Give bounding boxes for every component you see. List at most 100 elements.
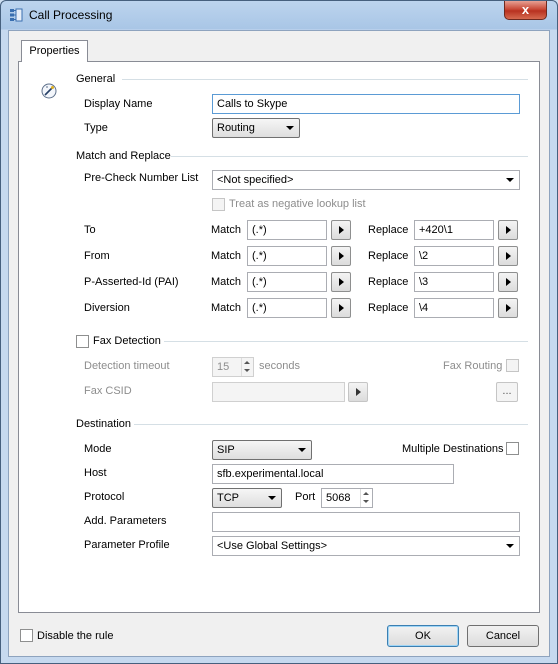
pai-replace-menu-button[interactable] (498, 272, 518, 292)
precheck-select[interactable]: <Not specified> (212, 170, 520, 190)
from-match-menu-button[interactable] (331, 246, 351, 266)
pai-label: P-Asserted-Id (PAI) (84, 276, 179, 288)
port-input[interactable]: 5068 (321, 488, 373, 508)
diversion-label: Diversion (84, 302, 130, 314)
type-select-value: Routing (217, 122, 255, 134)
detection-timeout-label: Detection timeout (84, 360, 170, 372)
play-icon (506, 252, 511, 260)
detection-timeout-value: 15 (217, 361, 230, 373)
tab-properties[interactable]: Properties (21, 40, 88, 62)
port-label: Port (295, 491, 316, 503)
fax-detection-checkbox[interactable] (76, 335, 89, 348)
host-input[interactable]: sfb.experimental.local (212, 464, 454, 484)
precheck-label: Pre-Check Number List (84, 172, 199, 184)
match-replace-divider (171, 156, 528, 157)
to-replace-menu-button[interactable] (498, 220, 518, 240)
play-icon (339, 304, 344, 312)
protocol-select-value: TCP (217, 492, 239, 504)
rule-wizard-icon (41, 83, 57, 99)
fax-csid-menu-button[interactable] (348, 382, 368, 402)
multiple-destinations-label: Multiple Destinations (402, 443, 504, 455)
to-replace-input[interactable]: +420\1 (414, 220, 494, 240)
precheck-select-value: <Not specified> (217, 174, 294, 186)
chevron-down-icon (506, 178, 514, 182)
type-select[interactable]: Routing (212, 118, 300, 138)
parameter-profile-select[interactable]: <Use Global Settings> (212, 536, 520, 556)
host-label: Host (84, 467, 107, 479)
play-icon (339, 226, 344, 234)
ok-button[interactable]: OK (387, 625, 459, 647)
dialog-client: Properties General Display Name Calls to… (8, 30, 550, 657)
match-replace-section-label: Match and Replace (76, 150, 174, 162)
parameter-profile-label: Parameter Profile (84, 539, 170, 551)
play-icon (339, 278, 344, 286)
play-icon (506, 278, 511, 286)
pai-match-label: Match (211, 276, 241, 288)
negative-lookup-checkbox[interactable] (212, 198, 225, 211)
to-label: To (84, 224, 96, 236)
call-processing-window: Call Processing x Properties General Dis… (0, 0, 558, 664)
diversion-replace-label: Replace (368, 302, 409, 314)
detection-timeout-input[interactable]: 15 (212, 357, 254, 377)
from-match-input[interactable]: (.*) (247, 246, 327, 266)
spin-up-icon (244, 361, 250, 364)
pai-replace-input[interactable]: \3 (414, 272, 494, 292)
from-replace-label: Replace (368, 250, 409, 262)
to-match-input[interactable]: (.*) (247, 220, 327, 240)
diversion-replace-menu-button[interactable] (498, 298, 518, 318)
mode-select-value: SIP (217, 444, 235, 456)
fax-csid-input[interactable] (212, 382, 345, 402)
fax-csid-label: Fax CSID (84, 385, 132, 397)
add-parameters-input[interactable] (212, 512, 520, 532)
fax-routing-checkbox[interactable] (506, 359, 519, 372)
type-label: Type (84, 122, 108, 134)
chevron-down-icon (298, 448, 306, 452)
pai-match-input[interactable]: (.*) (247, 272, 327, 292)
from-replace-input[interactable]: \2 (414, 246, 494, 266)
mode-select[interactable]: SIP (212, 440, 312, 460)
from-match-label: Match (211, 250, 241, 262)
timeout-spinner[interactable] (241, 358, 253, 376)
spin-down-icon (363, 500, 369, 503)
general-divider (122, 79, 528, 80)
destination-divider (134, 424, 528, 425)
add-parameters-label: Add. Parameters (84, 515, 167, 527)
close-icon: x (521, 2, 530, 17)
play-icon (506, 226, 511, 234)
chevron-down-icon (286, 126, 294, 130)
cancel-button[interactable]: Cancel (467, 625, 539, 647)
title-bar: Call Processing x (1, 1, 557, 29)
app-icon (9, 8, 23, 22)
play-icon (339, 252, 344, 260)
general-section-label: General (76, 73, 119, 85)
display-name-input[interactable]: Calls to Skype (212, 94, 520, 114)
fax-detection-label: Fax Detection (93, 335, 164, 347)
from-label: From (84, 250, 110, 262)
close-button[interactable]: x (504, 1, 547, 20)
chevron-down-icon (268, 496, 276, 500)
diversion-match-menu-button[interactable] (331, 298, 351, 318)
protocol-select[interactable]: TCP (212, 488, 282, 508)
multiple-destinations-checkbox[interactable] (506, 442, 519, 455)
fax-browse-button[interactable]: ... (496, 382, 518, 402)
fax-routing-label: Fax Routing (443, 360, 503, 372)
to-match-label: Match (211, 224, 241, 236)
from-replace-menu-button[interactable] (498, 246, 518, 266)
mode-label: Mode (84, 443, 112, 455)
properties-panel: General Display Name Calls to Skype Type… (18, 61, 540, 613)
play-icon (356, 388, 361, 396)
port-spinner[interactable] (360, 489, 372, 507)
diversion-match-input[interactable]: (.*) (247, 298, 327, 318)
port-value: 5068 (326, 492, 351, 504)
to-match-menu-button[interactable] (331, 220, 351, 240)
pai-match-menu-button[interactable] (331, 272, 351, 292)
window-title: Call Processing (29, 8, 113, 22)
chevron-down-icon (506, 544, 514, 548)
display-name-label: Display Name (84, 98, 153, 110)
diversion-match-label: Match (211, 302, 241, 314)
parameter-profile-value: <Use Global Settings> (217, 540, 328, 552)
protocol-label: Protocol (84, 491, 125, 503)
disable-rule-checkbox[interactable] (20, 629, 33, 642)
disable-rule-label: Disable the rule (37, 630, 114, 642)
diversion-replace-input[interactable]: \4 (414, 298, 494, 318)
